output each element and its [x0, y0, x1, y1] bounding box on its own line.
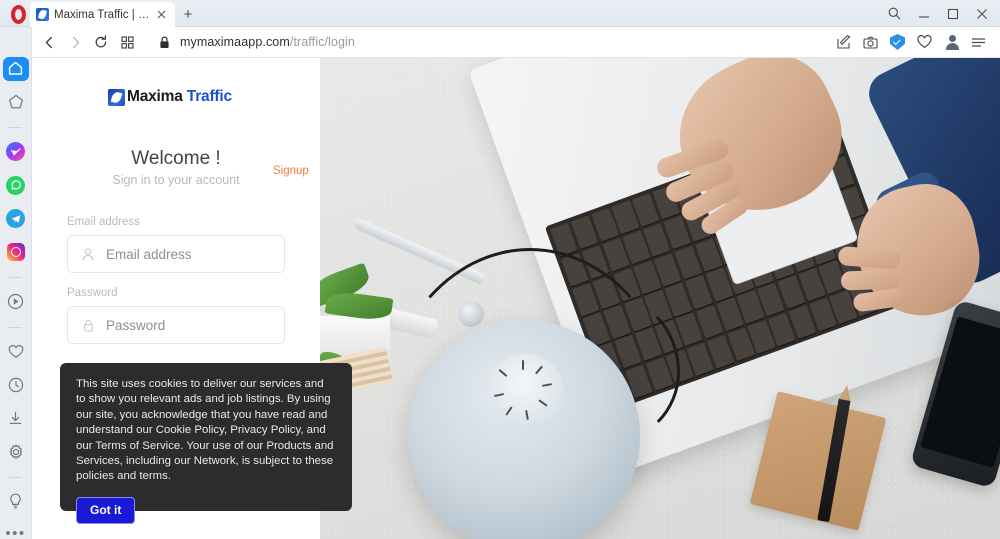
email-field[interactable]: Email address [67, 235, 285, 273]
close-window-button[interactable] [967, 0, 996, 27]
web-page: Maxima Traffic Signup Welcome ! Sign in … [32, 58, 1000, 539]
maxima-logo-icon [108, 88, 125, 106]
email-label: Email address [67, 216, 140, 228]
brand-name-primary: Maxima [127, 88, 183, 105]
brand-name-accent: Traffic [186, 88, 232, 105]
sidebar-divider-3 [9, 326, 22, 328]
brand-name: Maxima Traffic [127, 88, 232, 106]
password-field[interactable]: Password [67, 306, 285, 344]
close-icon[interactable] [153, 7, 169, 23]
padlock-icon [154, 36, 174, 49]
toolbar-right-icons [794, 29, 992, 55]
user-icon [78, 247, 98, 261]
sidebar-item-telegram[interactable] [3, 207, 29, 231]
sidebar-divider [9, 127, 22, 128]
hero-photo [320, 58, 1000, 539]
sidebar-more-button[interactable]: ••• [5, 526, 25, 539]
url-path: /traffic/login [289, 35, 355, 49]
page-subtitle: Sign in to your account [112, 173, 240, 187]
cookie-accept-button[interactable]: Got it [76, 496, 136, 524]
cookie-banner: This site uses cookies to deliver our se… [60, 363, 352, 524]
sidebar-item-pinboards[interactable] [3, 91, 29, 115]
sidebar-item-history[interactable] [3, 373, 29, 397]
sidebar-item-instagram[interactable] [3, 241, 29, 265]
sidebar-divider-2 [9, 277, 22, 278]
sidebar-item-player[interactable] [3, 290, 29, 314]
opera-sidebar: ••• [0, 27, 32, 539]
forward-arrow-icon[interactable] [62, 29, 88, 55]
navigation-toolbar: mymaximaapp.com/traffic/login [0, 27, 1000, 58]
browser-tab[interactable]: Maxima Traffic | Log in [30, 2, 175, 27]
sidebar-item-messenger[interactable] [3, 140, 29, 164]
sidebar-item-settings[interactable] [3, 440, 29, 464]
url-text: mymaximaapp.com/traffic/login [180, 35, 355, 49]
browser-window: Maxima Traffic | Log in + [0, 0, 1000, 539]
new-tab-button[interactable]: + [178, 5, 198, 25]
profile-avatar-icon[interactable] [938, 29, 965, 55]
sidebar-item-favorites[interactable] [3, 339, 29, 363]
site-favicon [36, 8, 49, 21]
sidebar-item-whatsapp[interactable] [3, 174, 29, 198]
email-input-value: Email address [106, 246, 192, 262]
page-title: Welcome ! [131, 148, 221, 169]
sidebar-divider-4 [9, 476, 22, 478]
password-input-value: Password [106, 317, 166, 333]
title-bar: Maxima Traffic | Log in + [0, 0, 1000, 27]
sidebar-item-downloads[interactable] [3, 407, 29, 431]
cookie-banner-text: This site uses cookies to deliver our se… [76, 378, 334, 483]
edit-page-icon[interactable] [830, 29, 857, 55]
speed-dial-icon[interactable] [114, 29, 140, 55]
easy-setup-menu-icon[interactable] [965, 29, 992, 55]
url-domain: mymaximaapp.com [180, 35, 290, 49]
maximize-button[interactable] [938, 0, 967, 27]
address-bar[interactable]: mymaximaapp.com/traffic/login [154, 29, 794, 55]
search-icon[interactable] [880, 0, 909, 27]
lamp-hub [488, 354, 564, 430]
window-controls [880, 0, 996, 27]
sidebar-item-tips[interactable] [3, 489, 29, 513]
tab-title: Maxima Traffic | Log in [54, 8, 153, 21]
sidebar-item-home[interactable] [2, 57, 29, 81]
favorites-heart-icon[interactable] [911, 29, 938, 55]
back-arrow-icon[interactable] [36, 29, 62, 55]
reload-icon[interactable] [88, 29, 114, 55]
password-label: Password [67, 287, 118, 299]
brand-logo: Maxima Traffic [108, 88, 232, 106]
snapshot-camera-icon[interactable] [857, 29, 884, 55]
lock-icon [78, 319, 98, 332]
vpn-shield-icon[interactable] [884, 29, 911, 55]
opera-logo-icon[interactable] [8, 4, 28, 24]
minimize-button[interactable] [909, 0, 938, 27]
